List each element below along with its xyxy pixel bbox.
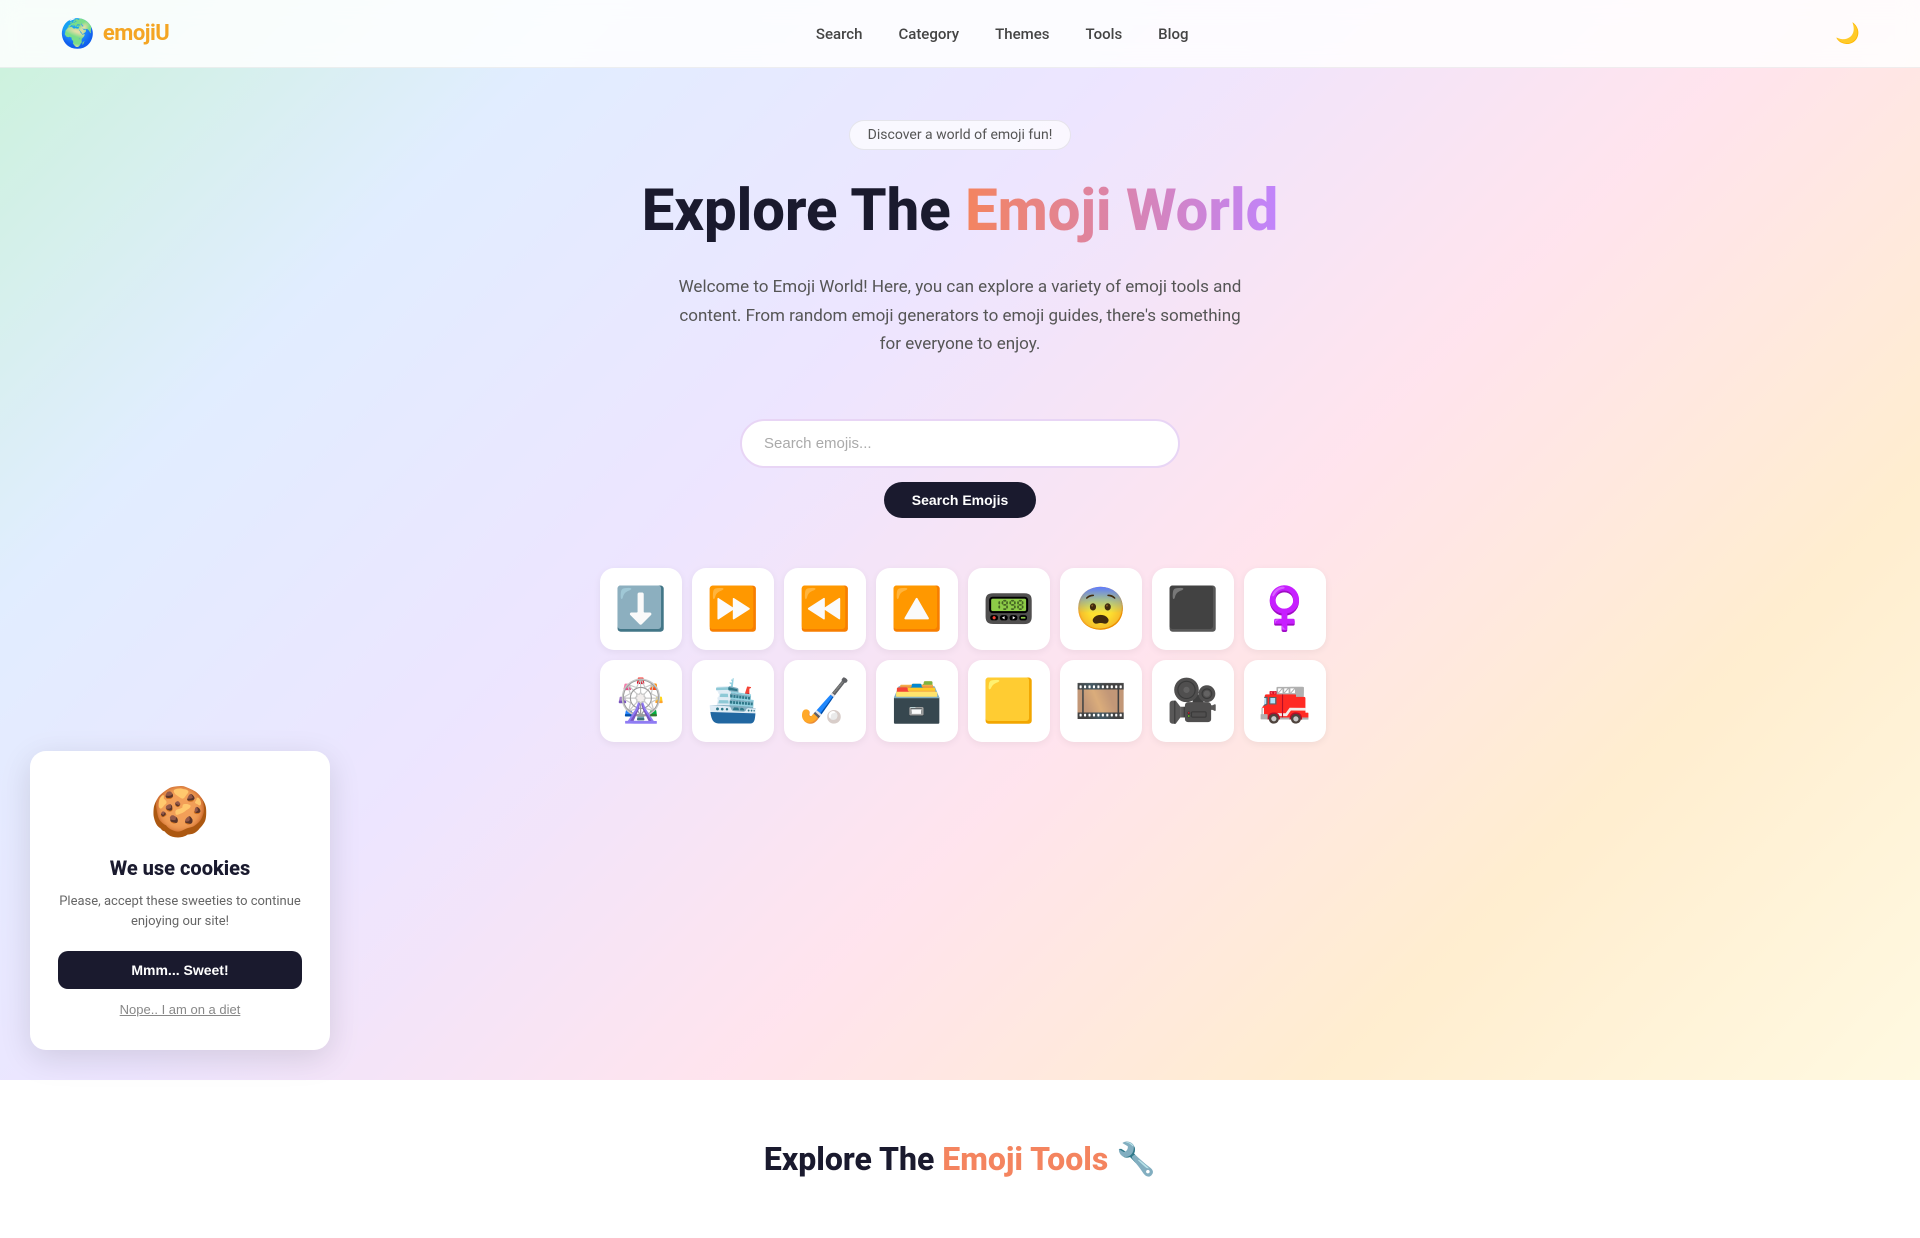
hero-badge: Discover a world of emoji fun! [849, 120, 1072, 150]
moon-icon: 🌙 [1835, 23, 1860, 45]
theme-toggle-button[interactable]: 🌙 [1835, 21, 1860, 46]
emoji-card[interactable]: ⬇️ [600, 568, 682, 650]
search-input-wrap [740, 419, 1180, 468]
hero-title: Explore The Emoji World [642, 178, 1279, 245]
cookie-title: We use cookies [58, 856, 302, 880]
emoji-card[interactable]: ⏪ [784, 568, 866, 650]
tools-title: Explore The Emoji Tools 🔧 [60, 1140, 1860, 1178]
emoji-card[interactable]: 🏑 [784, 660, 866, 742]
navbar: 🌍 emojiU Search Category Themes Tools Bl… [0, 0, 1920, 68]
logo-text: emojiU [103, 21, 169, 46]
cookie-description: Please, accept these sweeties to continu… [58, 892, 302, 931]
nav-links: Search Category Themes Tools Blog [816, 25, 1189, 43]
search-input[interactable] [764, 435, 1156, 452]
emoji-card[interactable]: 🎞️ [1060, 660, 1142, 742]
nav-category[interactable]: Category [898, 25, 959, 43]
cookie-icon: 🍪 [58, 783, 302, 840]
cookie-accept-button[interactable]: Mmm... Sweet! [58, 951, 302, 989]
emoji-card[interactable]: 🛳️ [692, 660, 774, 742]
emoji-card[interactable]: 🚒 [1244, 660, 1326, 742]
nav-blog[interactable]: Blog [1158, 25, 1188, 43]
logo[interactable]: 🌍 emojiU [60, 17, 169, 50]
emoji-card[interactable]: 🔼 [876, 568, 958, 650]
nav-themes[interactable]: Themes [995, 25, 1049, 43]
emoji-grid-section: ⬇️ ⏩ ⏪ 🔼 📟 😨 ⬛ ♀️ 🎡 🛳️ 🏑 🗃️ 🟨 🎞️ 🎥 🚒 [580, 568, 1340, 742]
hero-title-gradient: Emoji World [965, 177, 1278, 245]
cookie-decline-button[interactable]: Nope.. I am on a diet [120, 1002, 241, 1017]
cookie-banner: 🍪 We use cookies Please, accept these sw… [30, 751, 330, 1050]
emoji-card[interactable]: 🎥 [1152, 660, 1234, 742]
emoji-card[interactable]: 😨 [1060, 568, 1142, 650]
tools-title-colored: Emoji Tools [942, 1140, 1108, 1178]
logo-emoji: 🌍 [60, 17, 95, 50]
emoji-card[interactable]: 🟨 [968, 660, 1050, 742]
emoji-card[interactable]: 🗃️ [876, 660, 958, 742]
search-container: Search Emojis [740, 419, 1180, 518]
tools-section: Explore The Emoji Tools 🔧 [0, 1080, 1920, 1238]
emoji-card[interactable]: 📟 [968, 568, 1050, 650]
emoji-card[interactable]: 🎡 [600, 660, 682, 742]
emoji-card[interactable]: ♀️ [1244, 568, 1326, 650]
emoji-card[interactable]: ⏩ [692, 568, 774, 650]
search-button[interactable]: Search Emojis [884, 482, 1037, 518]
nav-search[interactable]: Search [816, 25, 863, 43]
nav-tools[interactable]: Tools [1085, 25, 1122, 43]
hero-description: Welcome to Emoji World! Here, you can ex… [670, 273, 1250, 360]
emoji-grid: ⬇️ ⏩ ⏪ 🔼 📟 😨 ⬛ ♀️ 🎡 🛳️ 🏑 🗃️ 🟨 🎞️ 🎥 🚒 [580, 568, 1340, 742]
emoji-card[interactable]: ⬛ [1152, 568, 1234, 650]
